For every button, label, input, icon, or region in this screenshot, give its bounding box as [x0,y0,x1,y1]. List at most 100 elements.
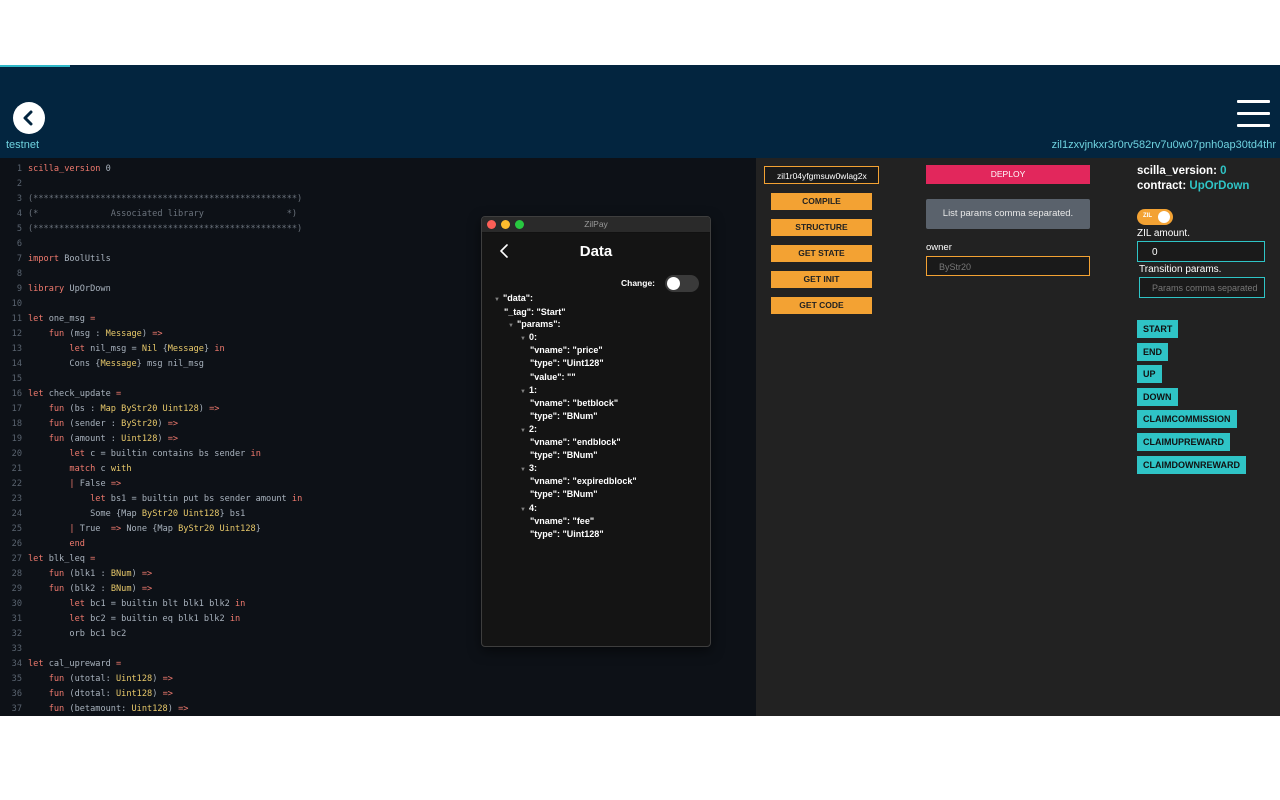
tree-node[interactable]: ▼ 3: [520,463,537,473]
expand-arrow-icon[interactable]: ▼ [508,323,514,329]
code-line[interactable]: 37 fun (betamount: Uint128) => [0,702,756,716]
line-number: 33 [11,644,22,654]
transition-claimupreward-button[interactable]: CLAIMUPREWARD [1137,433,1230,451]
code-token: => [152,329,163,339]
code-token: => [162,674,173,684]
transition-end-button[interactable]: END [1137,342,1169,361]
code-token: (***************************************… [28,194,303,204]
tree-node[interactable]: ▼ 0: [520,332,537,342]
code-token: end [69,539,85,549]
tree-text: "vname": "expiredblock" [530,476,637,486]
code-line[interactable]: 2 [0,177,756,192]
transition-up-button[interactable]: UP [1137,365,1162,384]
code-token: in [291,494,303,504]
contract-name-value: UpOrDown [1189,180,1250,192]
expand-arrow-icon[interactable]: ▼ [520,507,526,513]
code-text: let c = builtin contains bs sender in [28,447,261,462]
transition-claimcommission-button[interactable]: CLAIMCOMMISSION [1137,410,1237,429]
code-token: BoolUtils [59,254,111,264]
transition-claimdownreward-button[interactable]: CLAIMDOWNREWARD [1137,455,1246,474]
code-text: Some {Map ByStr20 Uint128} bs1 [28,507,245,522]
code-token: Uint128 [131,704,168,714]
code-token: fun [48,434,65,444]
tree-node[interactable]: ▼ 2: [520,424,537,434]
expand-arrow-icon[interactable]: ▼ [520,467,526,473]
transition-params-input[interactable]: Params comma separated [1139,277,1265,298]
code-line[interactable]: 34 let cal_upreward = [0,657,756,672]
change-toggle[interactable] [665,275,699,292]
code-token: (utotal: [64,674,116,684]
contract-address-input[interactable]: zil1r04yfgmsuw0wlag2x [764,166,879,184]
structure-button[interactable]: STRUCTURE [771,219,872,236]
network-label[interactable]: testnet [6,139,39,151]
code-token: one_msg [43,314,91,324]
scilla-version-label: scilla_version: [1137,165,1217,177]
line-number: 10 [11,299,22,309]
code-line[interactable]: 3 (**************************************… [0,192,756,207]
line-number: 21 [11,464,22,474]
back-button[interactable] [13,102,45,134]
tree-node[interactable]: ▼ "params": [508,319,561,329]
menu-icon[interactable] [1237,100,1270,128]
account-address[interactable]: zil1zxvjnkxr3r0rv582rv7u0w07pnh0ap30td4t… [1052,139,1276,151]
expand-arrow-icon[interactable]: ▼ [520,389,526,395]
expand-arrow-icon[interactable]: ▼ [494,297,500,303]
code-token: ) [131,569,142,579]
tree-leaf: "type": "Uint128" [530,529,604,539]
code-line[interactable]: 36 fun (dtotal: Uint128) => [0,687,756,702]
code-text: let one_msg = [28,312,95,327]
code-token: fun [48,704,65,714]
tree-text: "vname": "betblock" [530,398,619,408]
compile-button[interactable]: COMPILE [771,193,872,210]
get-code-button[interactable]: GET CODE [771,297,872,314]
code-token: Uint128 [115,674,153,684]
window-titlebar: ZilPay [482,217,710,233]
zil-amount-input[interactable]: 0 [1137,241,1265,262]
code-token: => [110,479,122,489]
deploy-button[interactable]: DEPLOY [926,165,1090,184]
transition-start-button[interactable]: START [1137,320,1179,338]
tree-text: "type": "BNum" [530,411,598,421]
tree-text: "vname": "price" [530,345,603,355]
scilla-version-info: scilla_version: 0 [1137,165,1227,177]
tree-node[interactable]: ▼ "data": [494,293,533,303]
code-token: BNum [110,584,132,594]
line-number: 22 [11,479,22,489]
get-init-button[interactable]: GET INIT [771,271,872,288]
owner-input[interactable]: ByStr20 [926,256,1090,276]
code-token: (blk1 : [64,569,111,579]
code-token: scilla_version [28,164,101,174]
code-token: = [90,554,96,564]
expand-arrow-icon[interactable]: ▼ [520,336,526,342]
code-text: (***************************************… [28,192,302,207]
tree-text: "_tag": "Start" [504,307,566,317]
params-hint: List params comma separated. [926,199,1090,229]
expand-arrow-icon[interactable]: ▼ [520,428,526,434]
code-token: in [250,449,261,459]
line-number: 32 [11,629,22,639]
line-number: 11 [11,314,22,324]
tree-node[interactable]: ▼ 1: [520,385,537,395]
tree-text: 1: [528,385,537,395]
code-token: False [74,479,111,489]
code-token: ) [198,404,210,414]
line-number: 5 [16,224,22,234]
code-token: UpOrDown [64,284,111,294]
code-line[interactable]: 35 fun (utotal: Uint128) => [0,672,756,687]
chevron-left-icon [23,110,33,126]
line-number: 25 [11,524,22,534]
code-token: ) [152,689,163,699]
tree-node[interactable]: ▼ 4: [520,503,537,513]
get-state-button[interactable]: GET STATE [771,245,872,262]
code-text: fun (betamount: Uint128) => [28,702,189,716]
zil-toggle[interactable]: ZIL [1137,209,1173,225]
code-line[interactable]: 1 scilla_version 0 [0,162,756,177]
line-number: 12 [11,329,22,339]
code-text: fun (blk2 : BNum) => [28,582,153,597]
code-token: check_update [43,389,116,399]
tree-text: "type": "BNum" [530,489,598,499]
transition-down-button[interactable]: DOWN [1137,387,1178,406]
